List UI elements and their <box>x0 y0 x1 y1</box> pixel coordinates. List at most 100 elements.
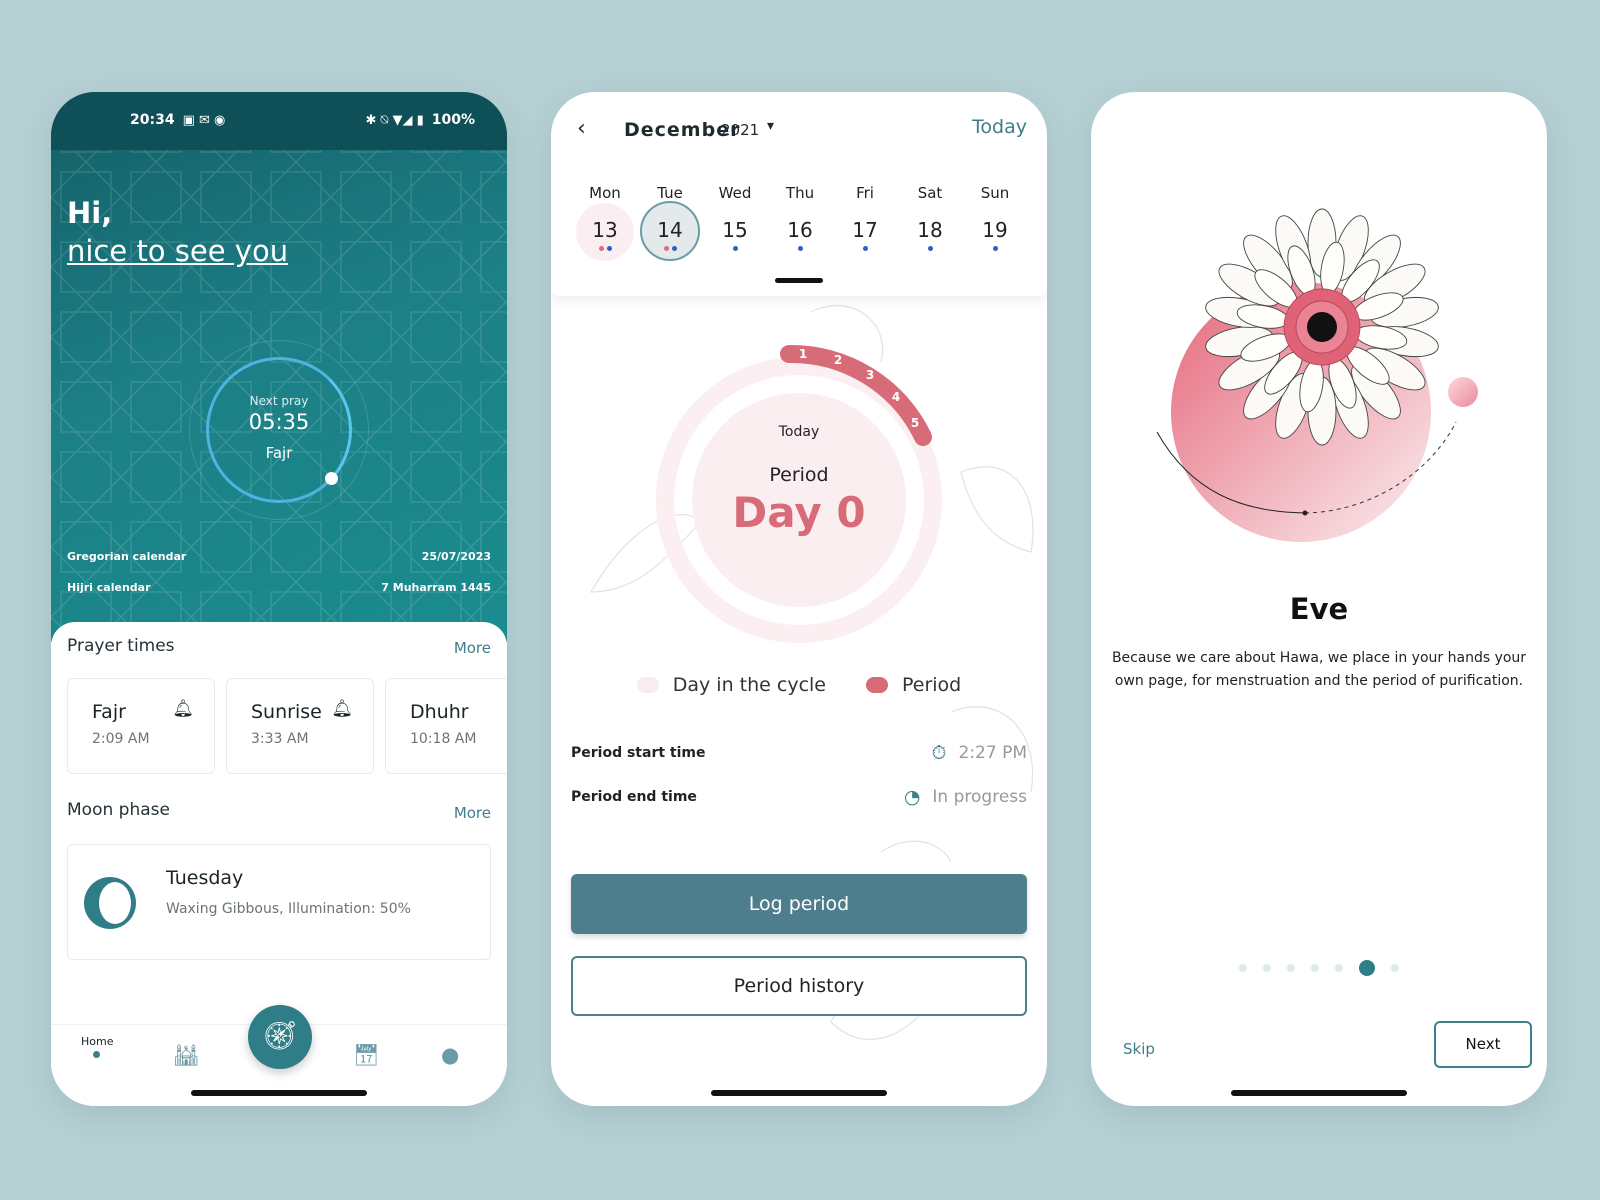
home-screen: 20:34 ▣ ✉ ◉ ✱ ⍉ ▼◢ ▮ 100% Hi, nice to se… <box>51 92 507 1106</box>
prayer-name: Fajr <box>92 701 126 723</box>
calendar-icon[interactable]: 📅︎ <box>353 1043 380 1068</box>
moon-phase-more-link[interactable]: More <box>454 804 491 822</box>
stopwatch-icon: ⏱︎ <box>931 742 947 764</box>
nav-home-label[interactable]: Home <box>81 1035 113 1048</box>
chevron-down-icon[interactable]: ▾ <box>767 118 774 134</box>
date-label: 15 <box>722 218 748 242</box>
gregorian-date: 25/07/2023 <box>421 550 491 563</box>
period-end-row[interactable]: Period end time ◔ In progress <box>571 786 1027 808</box>
date-label: 16 <box>787 218 813 242</box>
hijri-row: Hijri calendar 7 Muharram 1445 <box>67 581 491 594</box>
mosque-icon[interactable]: 🕌︎ <box>173 1043 200 1068</box>
next-prayer-time: 05:35 <box>248 410 310 434</box>
day-fri[interactable]: Fri 17 <box>835 184 895 252</box>
page-dot <box>1263 964 1271 972</box>
prayer-time: 10:18 AM <box>410 731 477 747</box>
compass-icon[interactable]: 🧭︎ <box>248 1005 312 1069</box>
period-start-row[interactable]: Period start time ⏱︎ 2:27 PM <box>571 742 1027 764</box>
next-prayer-label: Next pray <box>249 394 309 408</box>
prayer-times-title: Prayer times <box>67 636 175 656</box>
day-wed[interactable]: Wed 15 <box>705 184 765 252</box>
prayer-time: 3:33 AM <box>251 731 309 747</box>
moon-day: Tuesday <box>166 867 244 889</box>
ring-day-4: 4 <box>892 390 900 404</box>
gregorian-label: Gregorian calendar <box>67 550 187 563</box>
event-dot <box>992 246 998 251</box>
period-history-button[interactable]: Period history <box>571 956 1027 1016</box>
expand-handle[interactable] <box>775 278 823 283</box>
system-icons: ✱ ⍉ ▼◢ ▮ <box>365 112 424 128</box>
event-dot <box>732 246 738 251</box>
page-dot <box>1239 964 1247 972</box>
greeting-message[interactable]: nice to see you <box>67 234 288 268</box>
home-indicator <box>1231 1090 1407 1096</box>
profile-icon[interactable]: ● <box>441 1043 459 1067</box>
greeting-hi: Hi, <box>67 196 113 230</box>
day-mon[interactable]: Mon 13 <box>575 184 635 252</box>
day-tue[interactable]: Tue 14 <box>640 184 700 252</box>
prayer-time: 2:09 AM <box>92 731 150 747</box>
status-bar: 20:34 ▣ ✉ ◉ ✱ ⍉ ▼◢ ▮ 100% <box>51 92 507 150</box>
calendar-header: ‹ December 2021 ▾ Today Mon 13 Tue 14 We… <box>551 92 1047 296</box>
day-sat[interactable]: Sat 18 <box>900 184 960 252</box>
ring-period-label: Period <box>769 464 829 486</box>
prayer-times-more-link[interactable]: More <box>454 639 491 657</box>
ring-day-3: 3 <box>866 368 874 382</box>
day-sun[interactable]: Sun 19 <box>965 184 1025 252</box>
year-label[interactable]: 2021 <box>721 121 759 139</box>
legend-period: Period <box>866 674 961 696</box>
today-button[interactable]: Today <box>972 116 1027 138</box>
legend-cycle: Day in the cycle <box>636 674 826 696</box>
weekday-label: Tue <box>657 184 683 202</box>
log-period-button[interactable]: Log period <box>571 874 1027 934</box>
day-thu[interactable]: Thu 16 <box>770 184 830 252</box>
weekday-label: Mon <box>589 184 621 202</box>
prayer-name: Sunrise <box>251 701 322 723</box>
event-dot <box>671 246 677 251</box>
period-end-value: In progress <box>932 787 1027 807</box>
ring-day-1: 1 <box>799 347 807 361</box>
period-dot <box>598 246 604 251</box>
prayer-card-dhuhr[interactable]: Dhuhr 10:18 AM 🔔︎ <box>385 678 507 774</box>
flower-illustration <box>1156 208 1478 542</box>
prayer-progress-handle <box>325 472 338 485</box>
weekday-label: Sun <box>980 184 1010 202</box>
date-label: 17 <box>852 218 878 242</box>
prayer-card-fajr[interactable]: Fajr 2:09 AM 🔔︎ <box>67 678 215 774</box>
legend-swatch-period <box>866 677 888 693</box>
moon-phase-card[interactable]: Tuesday Waxing Gibbous, Illumination: 50… <box>67 844 491 960</box>
progress-clock-icon: ◔ <box>903 786 921 808</box>
date-label: 13 <box>592 218 618 242</box>
prayer-card-sunrise[interactable]: Sunrise 3:33 AM 🔔︎ <box>226 678 374 774</box>
cycle-screen: ‹ December 2021 ▾ Today Mon 13 Tue 14 We… <box>551 92 1047 1106</box>
legend-period-label: Period <box>902 674 962 696</box>
weekday-label: Fri <box>856 184 874 202</box>
battery-percent: 100% <box>431 112 475 128</box>
ring-day-2: 2 <box>834 353 842 367</box>
next-button[interactable]: Next <box>1434 1021 1532 1068</box>
legend-swatch-cycle <box>636 677 659 693</box>
status-time: 20:34 <box>130 112 175 128</box>
back-chevron-icon[interactable]: ‹ <box>577 116 586 141</box>
skip-button[interactable]: Skip <box>1123 1040 1155 1058</box>
nav-active-indicator <box>93 1051 100 1058</box>
ring-today-label: Today <box>778 424 820 440</box>
next-prayer-name: Fajr <box>265 444 293 462</box>
onboarding-screen: Eve Because we care about Hawa, we place… <box>1091 92 1547 1106</box>
notification-icons: ▣ ✉ ◉ <box>182 112 226 128</box>
page-dot <box>1391 964 1399 972</box>
home-indicator <box>711 1090 887 1096</box>
legend: Day in the cycle Period <box>551 674 1047 696</box>
date-label: 14 <box>657 218 683 242</box>
bell-icon[interactable]: 🔔︎ <box>331 699 353 719</box>
bell-icon[interactable]: 🔔︎ <box>172 699 194 719</box>
hijri-label: Hijri calendar <box>67 581 151 594</box>
period-start-value: 2:27 PM <box>958 743 1028 763</box>
page-dot-active <box>1359 960 1375 976</box>
event-dot <box>606 246 612 251</box>
event-dot <box>797 246 803 251</box>
page-dot <box>1311 964 1319 972</box>
ring-day-count: Day 0 <box>732 488 866 537</box>
period-start-label: Period start time <box>571 745 706 761</box>
page-dot <box>1335 964 1343 972</box>
